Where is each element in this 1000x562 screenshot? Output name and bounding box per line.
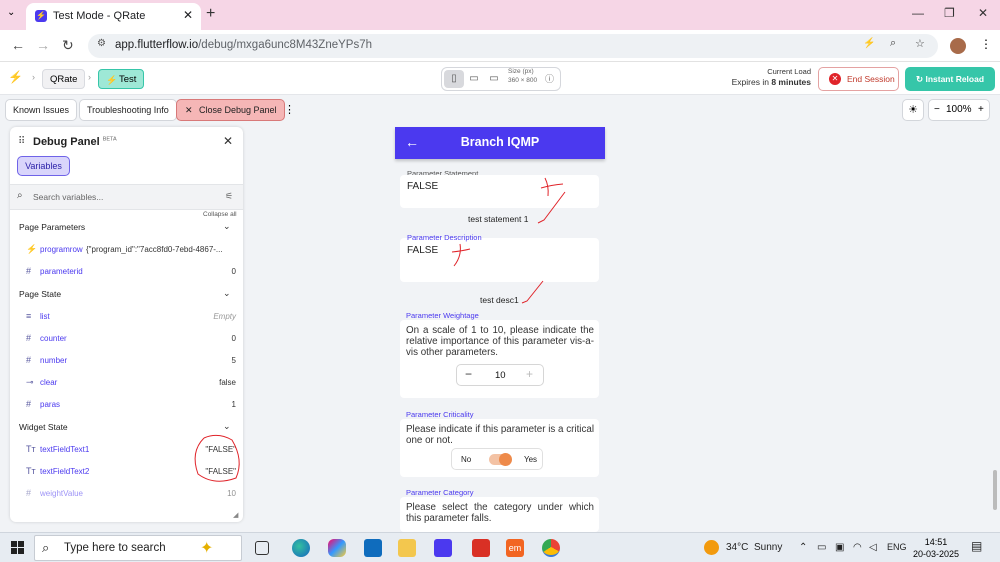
file-explorer-icon[interactable]: [398, 539, 416, 557]
chrome-icon[interactable]: [542, 539, 560, 557]
flutterflow-app-icon[interactable]: [434, 539, 452, 557]
check-mark-description: [521, 280, 544, 304]
anydesk-icon[interactable]: [472, 539, 490, 557]
circle-around-textfield-values: [194, 434, 240, 482]
check-mark-statement: [537, 191, 566, 224]
outlook-icon[interactable]: [364, 539, 382, 557]
tray-chevron-icon[interactable]: ⌃: [799, 542, 807, 553]
language-indicator[interactable]: ENG: [887, 542, 907, 552]
windows-start-icon[interactable]: [11, 541, 24, 554]
em-client-icon[interactable]: em: [506, 539, 524, 557]
sun-weather-icon: [704, 540, 719, 555]
network-icon[interactable]: ◠: [853, 542, 862, 553]
copilot-app-icon[interactable]: [328, 539, 346, 557]
camera-icon[interactable]: ▣: [835, 542, 844, 553]
copilot-sparkle-icon: ✦: [200, 540, 214, 557]
clock[interactable]: 14:51 20-03-2025: [912, 536, 960, 560]
windows-taskbar: ⌕ Type here to search ✦ em 34°C Sunny ⌃ …: [0, 532, 1000, 562]
cross-mark-statement: [540, 177, 564, 197]
search-icon: ⌕: [42, 540, 50, 555]
notifications-icon[interactable]: ▤: [971, 539, 982, 553]
cross-mark-description: [451, 243, 471, 267]
weather-text[interactable]: Sunny: [754, 542, 782, 553]
red-annotations: [194, 177, 566, 482]
weather-temp[interactable]: 34°C: [726, 542, 748, 553]
edge-icon[interactable]: [292, 539, 310, 557]
taskbar-search[interactable]: ⌕ Type here to search ✦: [34, 535, 242, 561]
volume-icon[interactable]: ◁: [869, 542, 877, 553]
task-view-icon[interactable]: [255, 541, 269, 555]
battery-icon[interactable]: ▭: [817, 542, 826, 553]
